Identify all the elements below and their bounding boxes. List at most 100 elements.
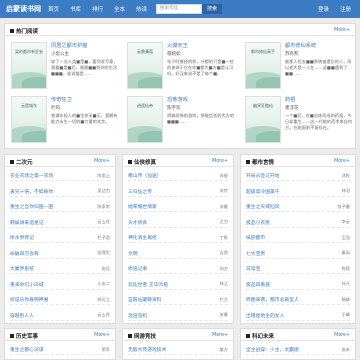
- list-item[interactable]: 天才修真 之刀: [128, 216, 228, 228]
- list-item[interactable]: 重生之都心深谋 荣军: [10, 343, 110, 355]
- list-item[interactable]: 七大宝贵 秦风: [246, 247, 350, 259]
- book-title-link[interactable]: 重生之天域仙风: [246, 203, 280, 210]
- list-item[interactable]: 云仙世者 王华鸿祖 林之: [128, 278, 228, 290]
- book-title-link[interactable]: 无敌大传游戏技术: [128, 346, 166, 353]
- book-card[interactable]: 逍遥仙帝 恐怖游戏 陈宇欢 阴森恐怖的游戏，那能信任的大方的■■■……: [127, 96, 237, 146]
- more-link[interactable]: More+: [334, 159, 350, 164]
- more-link[interactable]: More+: [212, 333, 228, 338]
- book-cover[interactable]: 幽冥狂傲仙: [245, 96, 281, 143]
- book-title-link[interactable]: 火爆天王: [167, 42, 235, 49]
- book-title-link[interactable]: 重来你们小白城: [10, 281, 44, 288]
- book-title-link[interactable]: 商圈来袭，都市总裁蛮人: [246, 296, 299, 303]
- list-item[interactable]: 全主战穿：少主，太霸傲 张末: [246, 343, 350, 355]
- more-link[interactable]: More+: [212, 159, 228, 164]
- list-item[interactable]: 极品小农民 李云: [246, 216, 350, 228]
- list-item[interactable]: 大赢界系统 张月: [10, 262, 110, 274]
- book-title-link[interactable]: 传奇狂卫: [51, 96, 119, 103]
- book-title-link[interactable]: 日常宝: [246, 265, 260, 272]
- list-item[interactable]: 重来你们小白城 小米二: [10, 278, 110, 290]
- more-link[interactable]: More+: [334, 28, 350, 33]
- book-title-link[interactable]: 穿越别人人: [10, 312, 34, 319]
- list-item[interactable]: 她荣耀世情家 米雁: [128, 200, 228, 212]
- book-cover[interactable]: 梁的都市有狂妄: [11, 42, 47, 89]
- list-item[interactable]: 神化清主再修 丁陈: [128, 231, 228, 243]
- book-cover[interactable]: 逍遥仙帝: [127, 96, 163, 143]
- list-item[interactable]: 重生之天域仙风 张子墨: [246, 200, 350, 212]
- book-title-link[interactable]: 表兄十倍，不如嫁你: [10, 188, 53, 195]
- book-title-link[interactable]: 都市修仙系统: [285, 42, 353, 49]
- list-item[interactable]: 商圈来袭，都市总裁蛮人 杨柳: [246, 293, 350, 305]
- book-title-link[interactable]: 开局从签订开始: [246, 172, 280, 179]
- book-card[interactable]: 都市修仙高手 都市修仙系统 苏有熊 被那人拉去■■系统被遗忘的人，所以老大是一人在………: [245, 42, 355, 92]
- book-title-link[interactable]: 修道记事: [128, 265, 147, 272]
- book-title-link[interactable]: 纵欲都市: [246, 234, 265, 241]
- list-item[interactable]: 超级高冷国美千 林羽: [246, 185, 350, 197]
- book-title-link[interactable]: 极品小农民: [246, 219, 270, 226]
- list-item[interactable]: 修道记事 向方: [128, 262, 228, 274]
- book-title-link[interactable]: 大赢界系统: [10, 265, 34, 272]
- book-title-link[interactable]: 农业农场之第一农场: [10, 172, 53, 179]
- book-card[interactable]: 梁的都市有狂妄 同居之都市护猫 小思公主 穿了一点人类■是■，要你发写意，我看■是■后…: [11, 42, 121, 92]
- book-card[interactable]: 云是城东 传奇狂卫 叶风 普通年轻人的■生命无■天，我拥有能力永生一切的■力量的名字。: [11, 96, 121, 146]
- list-item[interactable]: 韩娱请来追星记 云上花: [10, 216, 110, 228]
- book-card[interactable]: 幽冥狂傲仙 药祖 墨浮花 一个■后，在■苦炼而成的药祖，今日却重生……这一代她的药术来…: [245, 96, 355, 146]
- list-item[interactable]: 听说乐你雇佣神君 鸡可之: [10, 293, 110, 305]
- book-title-link[interactable]: 云仙世者 王华鸿祖: [128, 281, 168, 288]
- book-title-link[interactable]: 恐怖游戏: [167, 96, 235, 103]
- list-item[interactable]: 日常宝 陈熙: [246, 262, 350, 274]
- site-logo[interactable]: 启蒙读书网: [6, 4, 41, 14]
- list-item[interactable]: 穿越别人人 云上花: [10, 309, 110, 321]
- book-cover[interactable]: 都市修仙高手: [245, 42, 281, 89]
- book-title-link[interactable]: 命破四方会有: [10, 250, 39, 257]
- book-title-link[interactable]: 药祖: [285, 96, 353, 103]
- book-title-link[interactable]: 听说乐你雇佣神君: [10, 296, 48, 303]
- nav-library[interactable]: 书库: [70, 5, 81, 13]
- register-link[interactable]: 注册: [340, 5, 351, 13]
- list-item[interactable]: 命破四方会有 张锦大: [10, 247, 110, 259]
- list-item[interactable]: 嘟山传（仙途） 苏俊: [128, 169, 228, 181]
- more-link[interactable]: More+: [334, 333, 350, 338]
- book-card[interactable]: 云鼎蒹葭 火爆天王 萌婉如 年少时曾经的你，什都的只是■一些的来源于它在你■都大■方■…: [127, 42, 237, 92]
- nav-complete[interactable]: 全本: [114, 5, 125, 13]
- book-title-link[interactable]: 文明: [128, 250, 138, 257]
- nav-hot[interactable]: 热读: [136, 5, 147, 13]
- list-item[interactable]: 开局从签订开始 沐秋: [246, 169, 350, 181]
- book-title-link[interactable]: 混道虫机: [128, 312, 147, 319]
- book-title-link[interactable]: 全主战穿：少主，太霸傲: [246, 346, 299, 353]
- search-input[interactable]: 搜索作品: [156, 4, 202, 14]
- login-link[interactable]: 登录: [318, 5, 329, 13]
- book-title-link[interactable]: 嘟山传（仙途）: [128, 172, 162, 179]
- book-title-link[interactable]: 超级高冷国美千: [246, 188, 280, 195]
- list-item[interactable]: 农业农场之第一农场 陈思上: [10, 169, 110, 181]
- book-title-link[interactable]: 同居之都市护猫: [51, 42, 119, 49]
- nav-ranking[interactable]: 排行: [92, 5, 103, 13]
- more-link[interactable]: More+: [94, 159, 110, 164]
- book-cover[interactable]: 云是城东: [11, 96, 47, 143]
- list-item[interactable]: 纵欲都市 王浩: [246, 231, 350, 243]
- book-title-link[interactable]: 重生之当你归国一国: [10, 203, 53, 210]
- search-button[interactable]: 搜索: [202, 4, 222, 14]
- book-title-link[interactable]: 七大宝贵: [246, 250, 265, 257]
- book-title-link[interactable]: 重生之都心深谋: [10, 346, 44, 353]
- book-title-link[interactable]: 宫殿仙藏聊资料: [128, 296, 162, 303]
- book-title-link[interactable]: 出租屋地主的女人: [246, 312, 284, 319]
- list-item[interactable]: 重生之当你归国一国 陈家木: [10, 200, 110, 212]
- list-item[interactable]: 出租屋地主的女人 于峰: [246, 309, 350, 321]
- book-title-link[interactable]: 韩娱请来追星记: [10, 219, 44, 226]
- book-title-link[interactable]: 她荣耀世情家: [128, 203, 157, 210]
- list-item[interactable]: 极品四重族 叶凡: [246, 278, 350, 290]
- book-title-link[interactable]: 修水界传记: [10, 234, 34, 241]
- book-title-link[interactable]: 三归仙之传: [128, 188, 152, 195]
- list-item[interactable]: 三归仙之传 米传: [128, 185, 228, 197]
- book-title-link[interactable]: 极品四重族: [246, 281, 270, 288]
- list-item[interactable]: 宫殿仙藏聊资料 栏方: [128, 293, 228, 305]
- book-title-link[interactable]: 神化清主再修: [128, 234, 157, 241]
- nav-home[interactable]: 首页: [48, 5, 59, 13]
- list-item[interactable]: 表兄十倍，不如嫁你 吴达刃: [10, 185, 110, 197]
- book-title-link[interactable]: 天才修真: [128, 219, 147, 226]
- list-item[interactable]: 无敌大传游戏技术 紫方: [128, 343, 228, 355]
- list-item[interactable]: 文明 吉良: [128, 247, 228, 259]
- book-cover[interactable]: 云鼎蒹葭: [127, 42, 163, 89]
- list-item[interactable]: 修水界传记 栏子君: [10, 231, 110, 243]
- list-item[interactable]: 混道虫机 米雁: [128, 309, 228, 321]
